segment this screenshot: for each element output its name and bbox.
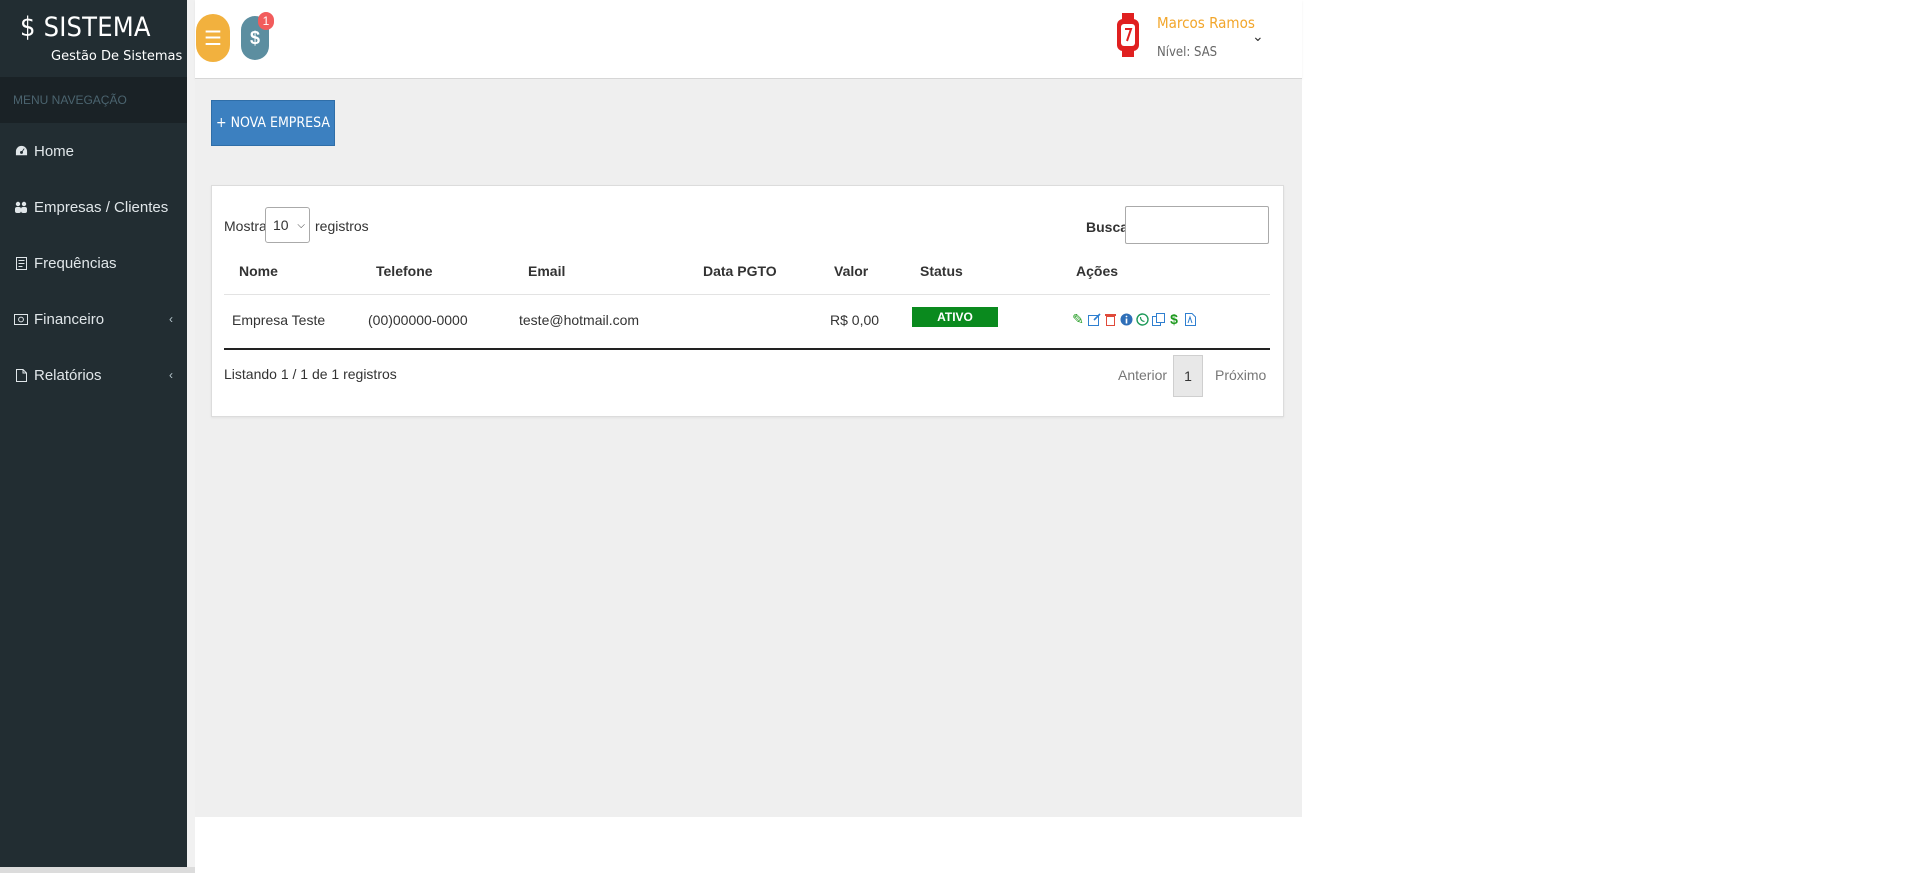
whatsapp-icon[interactable] — [1135, 311, 1149, 327]
new-company-button[interactable]: + NOVA EMPRESA — [211, 100, 335, 146]
pagination-previous[interactable]: Anterior — [1118, 367, 1167, 383]
cell-valor: R$ 0,00 — [830, 312, 880, 328]
table-bottom-border — [224, 348, 1270, 350]
sidebar-item-empresas[interactable]: Empresas / Clientes — [0, 179, 187, 235]
hamburger-icon: ☰ — [204, 27, 222, 50]
status-badge: ATIVO — [912, 307, 998, 327]
menu-header: MENU NAVEGAÇÃO — [0, 77, 187, 123]
sidebar-item-relatorios[interactable]: Relatórios ‹ — [0, 347, 187, 403]
menu-toggle-button[interactable]: ☰ — [196, 14, 230, 62]
user-name[interactable]: Marcos Ramos — [1157, 14, 1255, 32]
row-actions: ✎ $ — [1071, 311, 1197, 327]
sidebar-item-label: Frequências — [34, 254, 117, 272]
search-input[interactable] — [1125, 206, 1269, 244]
document-icon — [14, 256, 28, 270]
records-label: registros — [315, 218, 369, 234]
column-header-email[interactable]: Email — [528, 263, 565, 279]
brand-subtitle: Gestão De Sistemas — [51, 49, 183, 64]
sidebar-item-frequencias[interactable]: Frequências — [0, 235, 187, 291]
avatar[interactable] — [1113, 13, 1143, 57]
sidebar-item-financeiro[interactable]: Financeiro ‹ — [0, 291, 187, 347]
page-length-value: 10 — [273, 217, 289, 233]
cell-email: teste@hotmail.com — [519, 312, 640, 328]
dashboard-icon — [14, 144, 28, 158]
dollar-icon: $ — [249, 27, 260, 48]
dollar-icon[interactable]: $ — [1167, 311, 1181, 327]
cell-nome: Empresa Teste — [232, 312, 326, 328]
column-header-status[interactable]: Status — [920, 263, 963, 279]
pencil-icon[interactable]: ✎ — [1071, 311, 1085, 327]
edit-icon[interactable] — [1087, 311, 1101, 327]
column-header-acoes: Ações — [1076, 263, 1119, 279]
user-level: Nível: SAS — [1157, 45, 1218, 60]
column-header-telefone[interactable]: Telefone — [376, 263, 433, 279]
main-content: + NOVA EMPRESA Mostrar 10 ⌵ registros Bu… — [195, 79, 1302, 817]
chevron-left-icon: ‹ — [169, 312, 173, 326]
column-header-nome[interactable]: Nome — [239, 263, 278, 279]
copy-icon[interactable] — [1151, 311, 1165, 327]
top-navbar: ☰ $ 1 Marcos Ramos Nível: SAS ⌄ — [195, 0, 1302, 79]
table-info: Listando 1 / 1 de 1 registros — [224, 366, 397, 382]
sidebar-scrollbar[interactable] — [187, 0, 195, 873]
trash-icon[interactable] — [1103, 311, 1117, 327]
sidebar-item-label: Empresas / Clientes — [34, 198, 169, 216]
page-length-select[interactable]: 10 ⌵ — [265, 207, 310, 243]
pagination-page-current[interactable]: 1 — [1173, 355, 1203, 397]
users-icon — [14, 200, 28, 214]
chevron-left-icon: ‹ — [169, 368, 173, 382]
horizontal-scrollbar[interactable] — [0, 867, 195, 873]
info-icon[interactable] — [1119, 311, 1133, 327]
cell-telefone: (00)00000-0000 — [368, 312, 468, 328]
pagination-next[interactable]: Próximo — [1215, 367, 1266, 383]
brand[interactable]: $ SISTEMA Gestão De Sistemas — [0, 0, 187, 77]
chevron-down-icon: ⌵ — [297, 219, 305, 231]
brand-title: $ SISTEMA — [20, 12, 151, 43]
notification-badge: 1 — [258, 12, 274, 30]
money-icon — [14, 312, 28, 326]
sidebar-item-label: Home — [34, 142, 75, 160]
companies-table-card: Mostrar 10 ⌵ registros Buscar: Nome Tele… — [211, 185, 1284, 417]
sidebar-item-label: Relatórios — [34, 366, 102, 384]
header-divider — [224, 294, 1270, 295]
file-icon — [14, 368, 28, 382]
pdf-icon[interactable] — [1183, 311, 1197, 327]
chevron-down-icon[interactable]: ⌄ — [1252, 28, 1264, 45]
column-header-data-pgto[interactable]: Data PGTO — [703, 263, 777, 279]
sidebar: $ SISTEMA Gestão De Sistemas MENU NAVEGA… — [0, 0, 187, 873]
column-header-valor[interactable]: Valor — [834, 263, 868, 279]
sidebar-item-label: Financeiro — [34, 310, 105, 328]
sidebar-item-home[interactable]: Home — [0, 123, 187, 179]
